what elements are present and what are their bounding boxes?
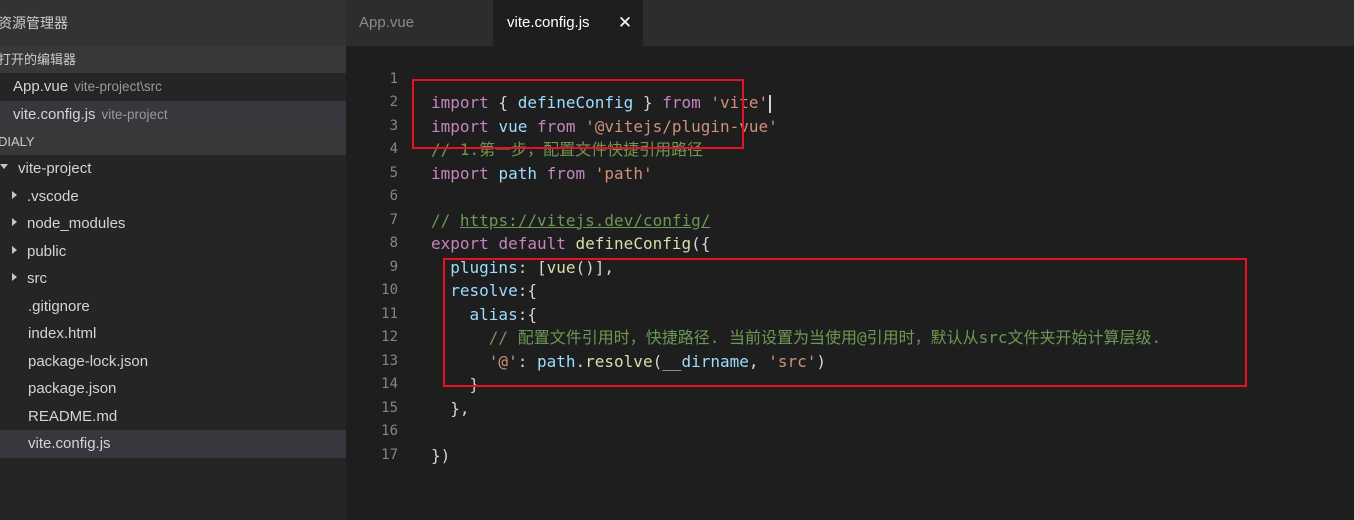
tree-label: vite-project: [18, 160, 92, 177]
open-editor-path: vite-project\src: [74, 79, 162, 94]
tree-folder-src[interactable]: src: [0, 265, 346, 293]
tree-file-readme[interactable]: README.md: [0, 403, 346, 431]
chevron-down-icon: [0, 163, 8, 169]
code-line: 10 alias:{: [346, 256, 1354, 324]
tree-file-gitignore[interactable]: .gitignore: [0, 293, 346, 321]
tree-label: README.md: [28, 407, 118, 425]
code-line: 2 import vue from '@vitejs/plugin-vue': [346, 68, 1354, 136]
open-editor-vite-config[interactable]: vite.config.js vite-project: [0, 100, 346, 128]
tree-label: .gitignore: [28, 297, 90, 315]
tab-vite-config[interactable]: vite.config.js ✕: [493, 0, 643, 46]
tree-folder-node-modules[interactable]: node_modules: [0, 210, 346, 238]
tree-label: node_modules: [27, 215, 126, 232]
open-editor-app-vue[interactable]: App.vue vite-project\src: [0, 73, 346, 101]
workspace-header[interactable]: DIALY: [0, 128, 346, 155]
open-editor-path: vite-project: [101, 106, 168, 122]
chevron-right-icon: [12, 190, 17, 199]
code-line: 12 '@': path.resolve(__dirname, 'src'): [346, 303, 1354, 371]
tree-folder-public[interactable]: public: [0, 238, 346, 266]
tree-file-package-json[interactable]: package.json: [0, 375, 346, 403]
tree-folder-vite-project[interactable]: vite-project: [0, 155, 346, 183]
tree-label: package.json: [28, 380, 117, 397]
code-line: 7 export default defineConfig({: [346, 185, 1354, 254]
line-code: }): [431, 445, 451, 465]
open-editors-header[interactable]: 打开的编辑器: [0, 46, 346, 73]
code-line: 13 }: [346, 326, 1354, 395]
tree-file-index-html[interactable]: index.html: [0, 320, 346, 348]
tree-label: index.html: [28, 325, 97, 342]
tree-label: src: [27, 270, 47, 287]
editor-tab-bar: App.vue vite.config.js ✕: [346, 0, 1354, 46]
explorer-sidebar: 资源管理器 打开的编辑器 App.vue vite-project\src vit…: [0, 0, 346, 520]
tree-label: package-lock.json: [28, 352, 149, 370]
code-line: 17: [346, 420, 1354, 463]
tree-file-vite-config[interactable]: vite.config.js: [0, 430, 346, 458]
close-icon[interactable]: ✕: [617, 0, 633, 46]
code-line: 16 }): [346, 397, 1354, 465]
chevron-right-icon: [12, 273, 17, 282]
code-editor[interactable]: 1 import { defineConfig } from 'vite' 2 …: [346, 46, 1354, 520]
explorer-title: 资源管理器: [0, 0, 346, 46]
chevron-right-icon: [12, 245, 17, 254]
open-editor-name: App.vue: [13, 78, 69, 95]
tree-label: .vscode: [27, 187, 79, 205]
tree-label: vite.config.js: [28, 435, 111, 452]
code-line: 11 // 配置文件引用时，快捷路径. 当前设置为当使用@引用时，默认从src文…: [346, 279, 1354, 348]
code-line: 8 plugins: [vue()],: [346, 209, 1354, 277]
code-line: 9 resolve:{: [346, 232, 1354, 301]
code-line: 1 import { defineConfig } from 'vite': [346, 44, 1354, 113]
tab-label: App.vue: [359, 14, 415, 31]
code-line: 5: [346, 138, 1354, 181]
line-number: 17: [381, 446, 398, 463]
tree-label: public: [27, 242, 67, 260]
code-line: 14 },: [346, 350, 1354, 418]
code-line: 3 // 1.第一步，配置文件快捷引用路径: [346, 91, 1354, 160]
open-editor-name: vite.config.js: [13, 105, 96, 123]
tab-app-vue[interactable]: App.vue: [346, 0, 493, 46]
code-line: 6 // https://vitejs.dev/config/: [346, 162, 1354, 230]
tree-folder-vscode[interactable]: .vscode: [0, 183, 346, 211]
code-line: 15: [346, 373, 1354, 416]
chevron-right-icon: [12, 218, 17, 227]
tree-file-package-lock[interactable]: package-lock.json: [0, 348, 346, 376]
tab-label: vite.config.js: [507, 14, 590, 31]
code-line: 4 import path from 'path': [346, 115, 1354, 183]
